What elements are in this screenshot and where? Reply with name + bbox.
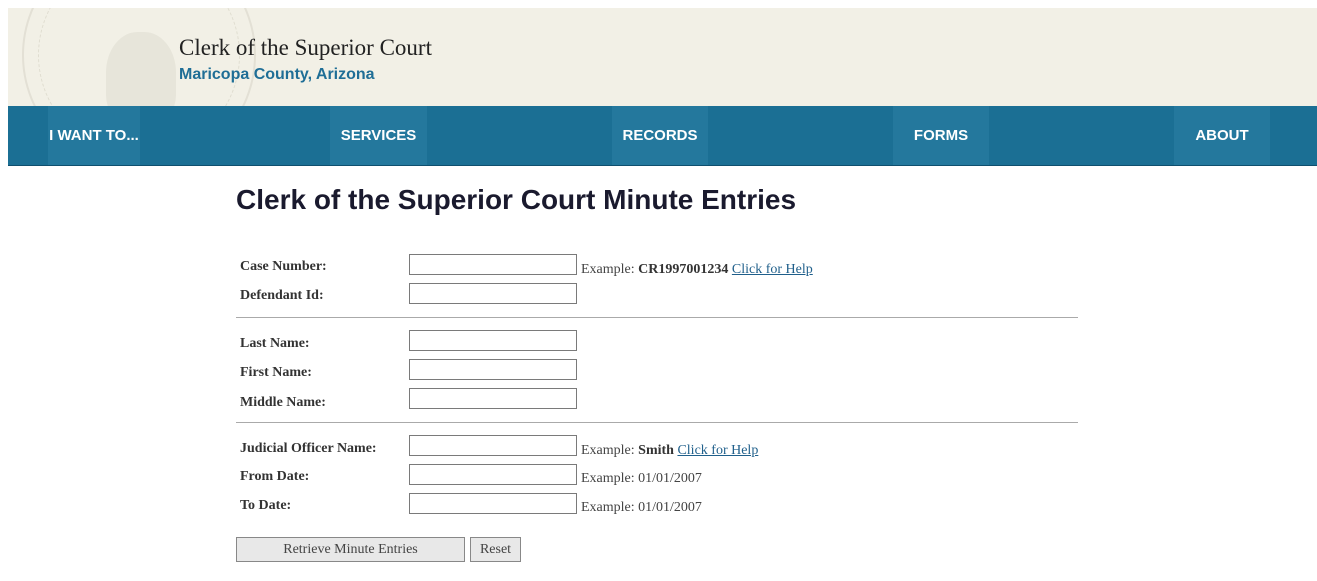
site-subtitle[interactable]: Maricopa County, Arizona xyxy=(179,66,375,84)
defendant-id-label: Defendant Id: xyxy=(240,288,324,303)
judicial-officer-example-prefix: Example: xyxy=(581,443,639,458)
retrieve-minute-entries-button[interactable]: Retrieve Minute Entries xyxy=(236,537,465,562)
judicial-officer-example-value: Smith xyxy=(638,443,674,458)
judicial-officer-label: Judicial Officer Name: xyxy=(240,441,377,456)
section-divider xyxy=(236,422,1078,423)
judicial-officer-input[interactable] xyxy=(409,435,577,456)
main-nav: I WANT TO... SERVICES RECORDS FORMS ABOU… xyxy=(8,106,1317,166)
nav-item-i-want-to[interactable]: I WANT TO... xyxy=(48,106,140,165)
judicial-officer-example: Example: Smith Click for Help xyxy=(581,443,758,459)
reset-button[interactable]: Reset xyxy=(470,537,521,562)
nav-item-services[interactable]: SERVICES xyxy=(330,106,427,165)
nav-item-records[interactable]: RECORDS xyxy=(612,106,708,165)
last-name-input[interactable] xyxy=(409,330,577,351)
to-date-label: To Date: xyxy=(240,498,292,513)
case-number-help-link[interactable]: Click for Help xyxy=(732,262,813,277)
judicial-officer-help-link[interactable]: Click for Help xyxy=(677,443,758,458)
site-header: Clerk of the Superior Court Maricopa Cou… xyxy=(8,8,1317,106)
case-number-example-prefix: Example: xyxy=(581,262,639,277)
case-number-input[interactable] xyxy=(409,254,577,275)
nav-item-about[interactable]: ABOUT xyxy=(1174,106,1270,165)
first-name-input[interactable] xyxy=(409,359,577,380)
section-divider xyxy=(236,317,1078,318)
from-date-input[interactable] xyxy=(409,464,577,485)
nav-item-forms[interactable]: FORMS xyxy=(893,106,989,165)
last-name-label: Last Name: xyxy=(240,336,310,351)
middle-name-input[interactable] xyxy=(409,388,577,409)
to-date-input[interactable] xyxy=(409,493,577,514)
defendant-id-input[interactable] xyxy=(409,283,577,304)
middle-name-label: Middle Name: xyxy=(240,395,326,410)
to-date-example: Example: 01/01/2007 xyxy=(581,500,702,515)
from-date-example: Example: 01/01/2007 xyxy=(581,471,702,486)
first-name-label: First Name: xyxy=(240,365,312,380)
from-date-label: From Date: xyxy=(240,469,310,484)
case-number-example-value: CR1997001234 xyxy=(638,262,729,277)
case-number-example: Example: CR1997001234 Click for Help xyxy=(581,262,813,278)
site-title[interactable]: Clerk of the Superior Court xyxy=(179,35,432,61)
page-title: Clerk of the Superior Court Minute Entri… xyxy=(236,184,797,215)
case-number-label: Case Number: xyxy=(240,259,327,274)
